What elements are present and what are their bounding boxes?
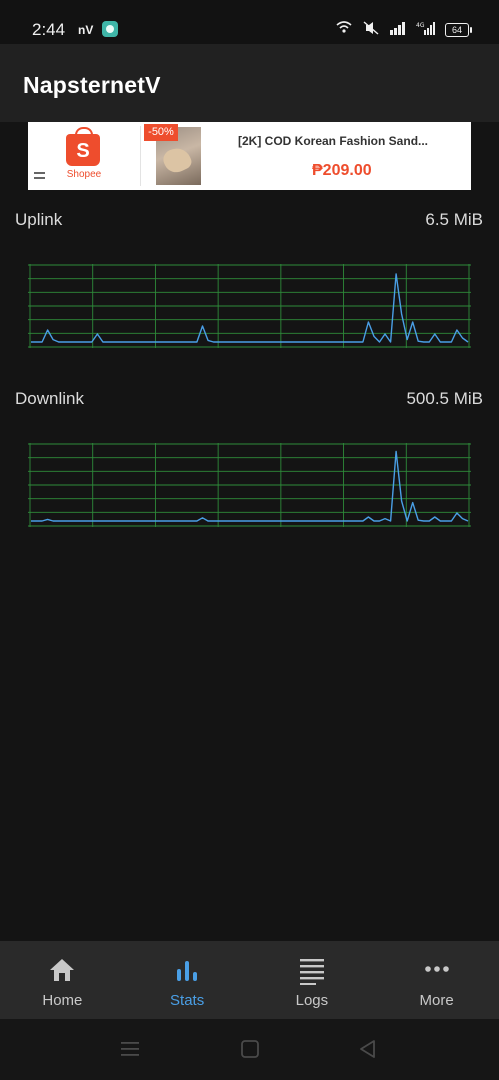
shopee-brand-text: Shopee xyxy=(66,169,102,180)
back-icon[interactable] xyxy=(358,1039,378,1064)
nav-more-label: More xyxy=(419,992,454,1009)
uplink-graph-svg xyxy=(28,264,471,348)
ad-product-title[interactable]: [2K] COD Korean Fashion Sand... xyxy=(238,134,466,148)
battery-icon: 64 xyxy=(445,22,472,37)
uplink-graph-series-line xyxy=(31,273,469,343)
downlink-label: Downlink xyxy=(15,389,84,408)
bar-chart-icon xyxy=(173,957,201,988)
nav-stats-label: Stats xyxy=(170,992,205,1009)
status-time: 2:44 xyxy=(32,20,66,39)
nav-stats[interactable]: Stats xyxy=(125,941,250,1019)
nav-logs[interactable]: Logs xyxy=(250,941,375,1019)
status-bar: 2:44 nV 4G 64 xyxy=(0,0,499,44)
home-icon xyxy=(48,957,76,988)
ad-menu-icon[interactable] xyxy=(34,172,45,179)
app-title: NapsternetV xyxy=(23,72,161,98)
menu-icon[interactable] xyxy=(120,1039,140,1064)
list-icon xyxy=(298,957,326,990)
status-app-badge: nV xyxy=(78,23,94,37)
signal-icon xyxy=(389,21,407,38)
uplink-label: Uplink xyxy=(15,210,63,229)
bottom-navigation: Home Stats Logs More xyxy=(0,941,499,1019)
uplink-graph xyxy=(28,264,471,348)
downlink-value: 500.5 MiB xyxy=(406,389,483,408)
downlink-graph xyxy=(28,443,471,527)
nav-logs-label: Logs xyxy=(295,992,329,1009)
ad-price: ₱209.00 xyxy=(312,162,372,179)
ad-discount-badge: -50% xyxy=(144,124,178,141)
shopee-logo: S xyxy=(66,127,100,166)
nav-more[interactable]: More xyxy=(374,941,499,1019)
svg-text:4G: 4G xyxy=(416,22,425,29)
nav-home[interactable]: Home xyxy=(0,941,125,1019)
notification-app-icon xyxy=(102,21,118,37)
vpn-icon xyxy=(335,21,353,38)
system-navigation-bar xyxy=(0,1019,499,1080)
signal-4g-icon: 4G xyxy=(416,21,436,38)
nav-home-label: Home xyxy=(42,992,83,1009)
downlink-graph-svg xyxy=(28,443,471,527)
ad-banner[interactable]: S Shopee -50% [2K] COD Korean Fashion Sa… xyxy=(28,122,471,190)
uplink-value: 6.5 MiB xyxy=(425,210,483,229)
ad-divider xyxy=(140,126,141,186)
downlink-graph-series-line xyxy=(31,450,469,522)
more-dots-icon xyxy=(423,957,451,988)
status-icons: 4G 64 xyxy=(335,21,472,38)
app-bar: NapsternetV xyxy=(0,44,499,122)
home-square-icon[interactable] xyxy=(240,1039,260,1064)
mute-icon xyxy=(362,21,380,38)
